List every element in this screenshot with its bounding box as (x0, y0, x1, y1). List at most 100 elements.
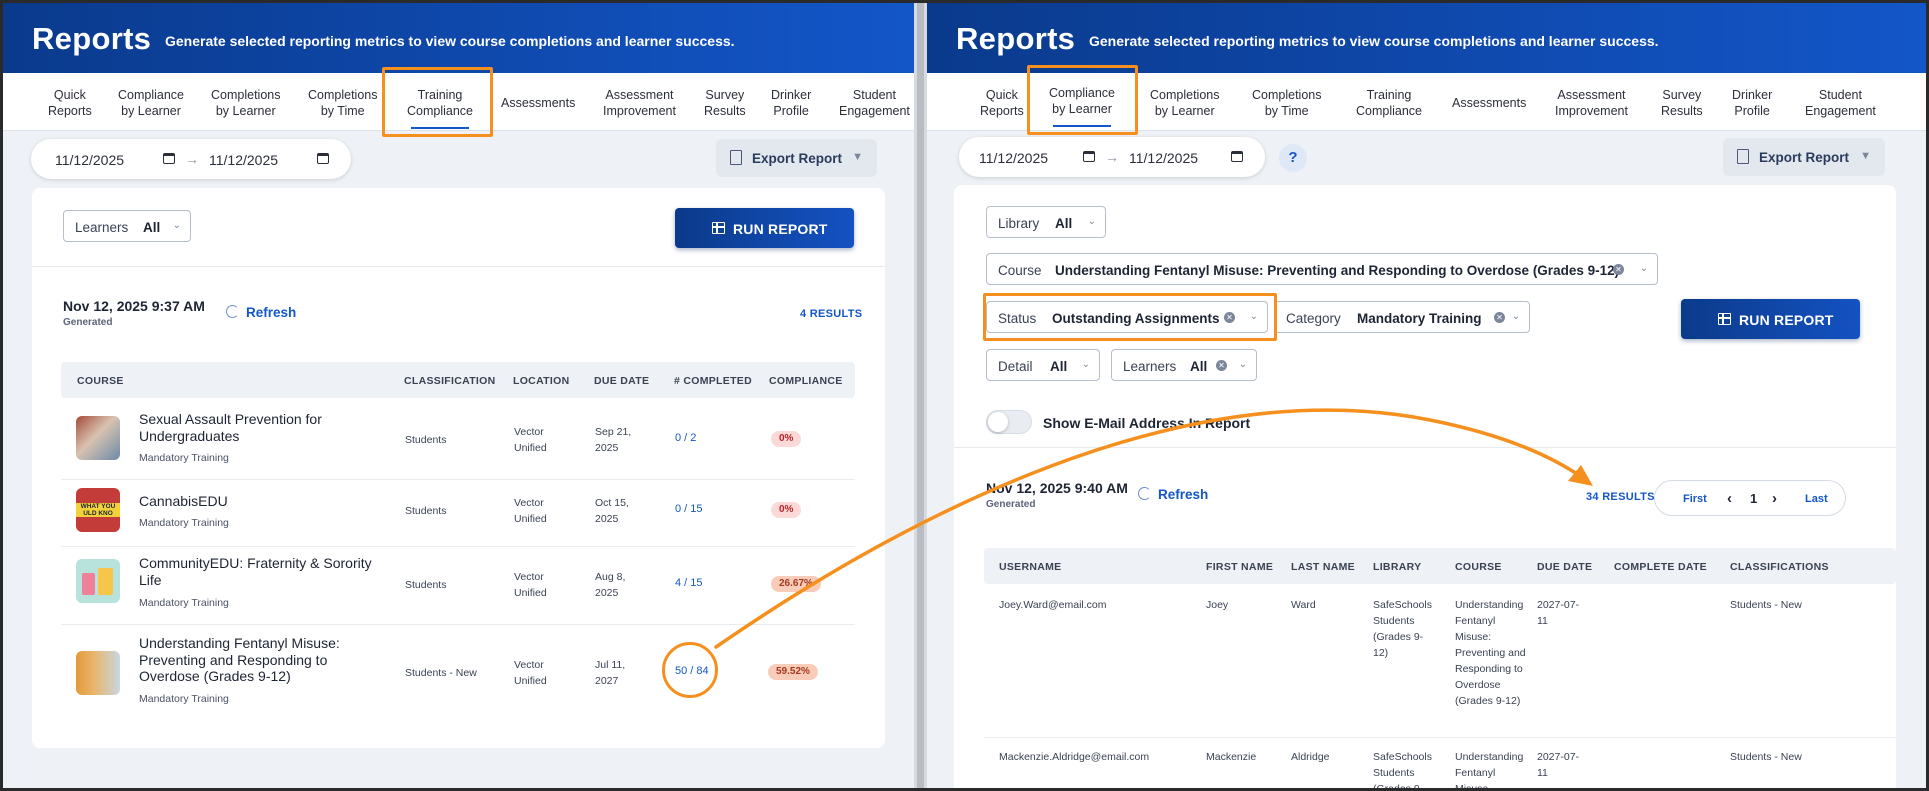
calendar-icon[interactable] (317, 153, 329, 164)
column-header[interactable]: COURSE (77, 375, 124, 387)
column-header[interactable]: COMPLETE DATE (1614, 561, 1707, 573)
tab-student-engagement[interactable]: Student Engagement (1805, 87, 1876, 119)
date-range: 11/12/2025 → 11/12/2025 (959, 137, 1265, 177)
course-thumbnail (76, 651, 120, 695)
export-report-button[interactable]: Export Report ▼ (716, 139, 877, 177)
learners-filter[interactable]: Learners All ⌄ (63, 210, 191, 242)
calendar-icon[interactable] (1231, 151, 1243, 162)
tab-drinker-profile[interactable]: Drinker Profile (1732, 87, 1772, 119)
run-report-button[interactable]: RUN REPORT (1681, 299, 1860, 339)
clear-icon[interactable]: ✕ (1494, 312, 1505, 323)
completed-link[interactable]: 0 / 15 (675, 503, 703, 515)
page-number[interactable]: 1 (1750, 491, 1757, 506)
tab-assessments[interactable]: Assessments (1452, 95, 1526, 111)
date-from-input[interactable]: 11/12/2025 (55, 152, 124, 168)
chevron-down-icon: ⌄ (1087, 216, 1096, 227)
page-title: Reports (32, 21, 152, 56)
column-header[interactable]: DUE DATE (594, 375, 649, 387)
tab-quick-reports[interactable]: Quick Reports (980, 87, 1024, 119)
chevron-down-icon: ⌄ (1639, 263, 1648, 274)
arrow-right-icon: → (1105, 149, 1119, 165)
table-header: COURSE CLASSIFICATION LOCATION DUE DATE … (61, 362, 855, 398)
refresh-icon[interactable] (226, 305, 239, 318)
tab-completions-by-learner[interactable]: Completions by Learner (211, 87, 280, 119)
column-header[interactable]: DUE DATE (1537, 561, 1592, 573)
course-type: Mandatory Training (139, 452, 229, 464)
tab-quick-reports[interactable]: Quick Reports (48, 87, 92, 119)
completed-link[interactable]: 4 / 15 (675, 577, 703, 589)
compliance-badge: 59.52% (768, 664, 818, 680)
refresh-button[interactable]: Refresh (1158, 487, 1208, 502)
tab-drinker-profile[interactable]: Drinker Profile (771, 87, 811, 119)
last-page-button[interactable]: Last (1805, 493, 1828, 505)
tab-completions-by-learner[interactable]: Completions by Learner (1150, 87, 1219, 119)
completed-link[interactable]: 0 / 2 (675, 432, 696, 444)
tab-student-engagement[interactable]: Student Engagement (839, 87, 910, 119)
chevron-left-icon[interactable]: ‹ (1727, 490, 1732, 507)
tab-assessments[interactable]: Assessments (501, 95, 575, 111)
tab-compliance-by-learner[interactable]: Compliance by Learner (1049, 85, 1115, 127)
course-name[interactable]: Sexual Assault Prevention for Undergradu… (139, 411, 349, 444)
column-header[interactable]: COURSE (1455, 561, 1502, 573)
chevron-down-icon: ⌄ (1511, 311, 1520, 322)
calendar-icon[interactable] (163, 153, 175, 164)
chevron-down-icon: ⌄ (1249, 311, 1258, 322)
divider (954, 447, 1896, 448)
completed-link[interactable]: 50 / 84 (675, 665, 709, 677)
column-header[interactable]: # COMPLETED (674, 375, 752, 387)
tab-training-compliance[interactable]: Training Compliance (1356, 87, 1422, 119)
first-page-button[interactable]: First (1683, 493, 1707, 505)
tab-assessment-improvement[interactable]: Assessment Improvement (1555, 87, 1628, 119)
calendar-icon[interactable] (1083, 151, 1095, 162)
column-header[interactable]: LOCATION (513, 375, 569, 387)
export-doc-icon (1737, 149, 1749, 164)
course-filter[interactable]: Course Understanding Fentanyl Misuse: Pr… (986, 253, 1658, 285)
course-name[interactable]: CommunityEDU: Fraternity & Sorority Life (139, 555, 374, 588)
run-report-button[interactable]: RUN REPORT (675, 208, 854, 248)
panel-divider (914, 3, 927, 788)
report-card: Learners All ⌄ RUN REPORT Nov 12, 2025 9… (32, 188, 885, 748)
date-from-input[interactable]: 11/12/2025 (979, 150, 1048, 166)
tab-survey-results[interactable]: Survey Results (1661, 87, 1703, 119)
generated-label: Generated (986, 499, 1036, 510)
compliance-badge: 0% (771, 502, 802, 518)
page-header: Reports Generate selected reporting metr… (927, 3, 1926, 73)
learners-filter[interactable]: Learners All ✕ ⌄ (1111, 349, 1257, 381)
refresh-icon[interactable] (1138, 487, 1151, 500)
column-header[interactable]: LIBRARY (1373, 561, 1421, 573)
table-header: USERNAME FIRST NAME LAST NAME LIBRARY CO… (984, 548, 1896, 584)
help-icon[interactable]: ? (1279, 144, 1307, 172)
column-header[interactable]: COMPLIANCE (769, 375, 843, 387)
category-filter[interactable]: Category Mandatory Training ✕ ⌄ (1274, 301, 1530, 333)
column-header[interactable]: FIRST NAME (1206, 561, 1273, 573)
chevron-down-icon: ⌄ (172, 220, 181, 231)
clear-icon[interactable]: ✕ (1224, 312, 1235, 323)
email-toggle[interactable] (986, 410, 1032, 434)
status-filter[interactable]: Status Outstanding Assignments ✕ ⌄ (986, 301, 1268, 333)
generated-date: Nov 12, 2025 9:37 AM (63, 298, 205, 314)
tab-completions-by-time[interactable]: Completions by Time (1252, 87, 1321, 119)
training-compliance-panel: Reports Generate selected reporting metr… (3, 3, 914, 788)
course-name[interactable]: Understanding Fentanyl Misuse: Preventin… (139, 635, 364, 685)
export-report-button[interactable]: Export Report ▼ (1723, 138, 1885, 176)
report-tabs: Quick Reports Compliance by Learner Comple… (3, 73, 914, 131)
date-to-input[interactable]: 11/12/2025 (209, 152, 278, 168)
clear-icon[interactable]: ✕ (1613, 264, 1624, 275)
date-to-input[interactable]: 11/12/2025 (1129, 150, 1198, 166)
chevron-right-icon[interactable]: › (1772, 490, 1777, 507)
column-header[interactable]: LAST NAME (1291, 561, 1355, 573)
column-header[interactable]: CLASSIFICATIONS (1730, 561, 1829, 573)
clear-icon[interactable]: ✕ (1216, 360, 1227, 371)
refresh-button[interactable]: Refresh (246, 305, 296, 320)
column-header[interactable]: USERNAME (999, 561, 1062, 573)
tab-survey-results[interactable]: Survey Results (704, 87, 746, 119)
library-filter[interactable]: Library All ⌄ (986, 206, 1106, 238)
tab-compliance-by-learner[interactable]: Compliance by Learner (118, 87, 184, 119)
generated-label: Generated (63, 317, 113, 328)
column-header[interactable]: CLASSIFICATION (404, 375, 496, 387)
tab-assessment-improvement[interactable]: Assessment Improvement (603, 87, 676, 119)
course-name[interactable]: CannabisEDU (139, 493, 349, 510)
tab-completions-by-time[interactable]: Completions by Time (308, 87, 377, 119)
detail-filter[interactable]: Detail All ⌄ (986, 349, 1100, 381)
tab-training-compliance[interactable]: Training Compliance (407, 87, 473, 129)
